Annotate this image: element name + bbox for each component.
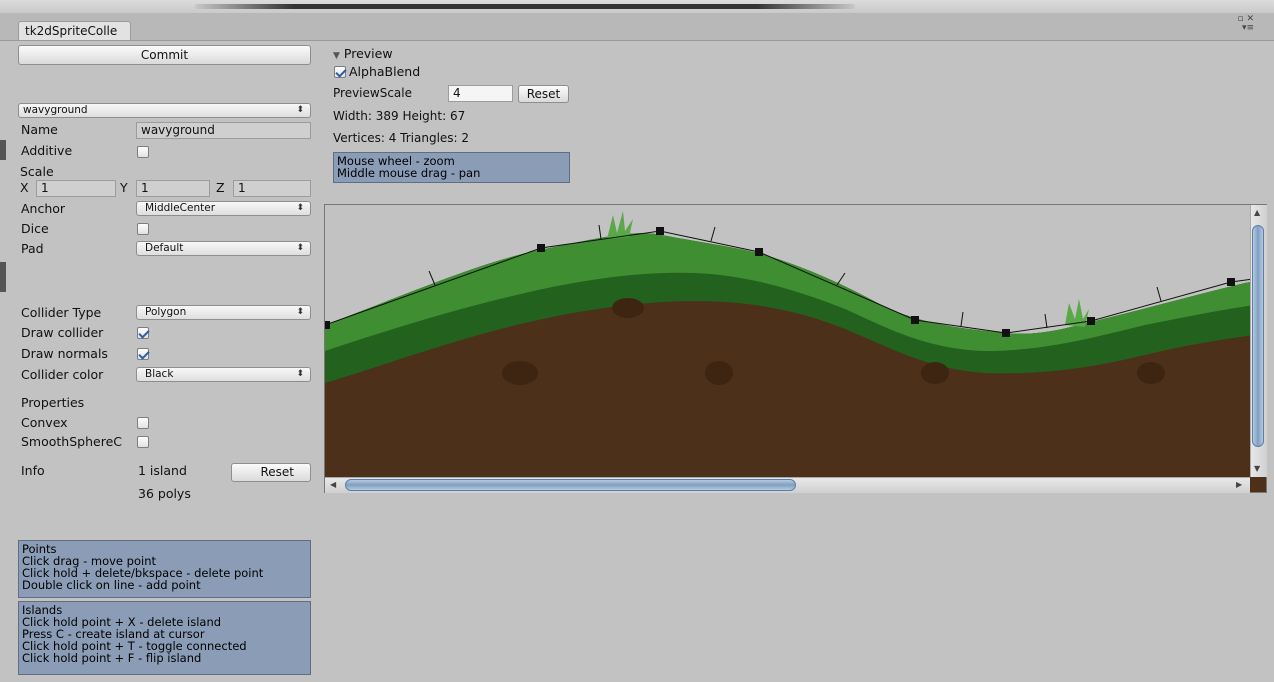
alphablend-label: AlphaBlend [349, 64, 421, 79]
collider-color-value: Black [145, 368, 174, 380]
scale-x-field[interactable]: 1 [36, 180, 116, 197]
draw-normals-label: Draw normals [21, 346, 108, 361]
name-field[interactable]: wavyground [136, 122, 311, 139]
window-menu-icons[interactable]: ▫ ✕ ▾≡ [1237, 15, 1254, 33]
vertex-count-text: Vertices: 4 Triangles: 2 [333, 131, 470, 145]
info-reset-button[interactable]: Reset [231, 463, 311, 482]
dropdown-arrow-icon: ⬍ [296, 307, 304, 317]
dropdown-arrow-icon: ⬍ [296, 243, 304, 253]
info-label: Info [21, 463, 45, 478]
top-bar-shadow [195, 4, 855, 9]
pad-select[interactable]: Default ⬍ [136, 241, 311, 256]
name-label: Name [21, 122, 58, 137]
sprite-size-text: Width: 389 Height: 67 [333, 109, 466, 123]
dropdown-arrow-icon: ⬍ [296, 203, 304, 213]
grass-tuft [607, 211, 633, 239]
horizontal-scroll-thumb[interactable] [345, 479, 796, 491]
additive-label: Additive [21, 143, 73, 158]
context-menu-icon[interactable]: ▾≡ [1237, 24, 1254, 33]
pad-select-value: Default [145, 242, 184, 254]
scroll-down-arrow-icon[interactable]: ▼ [1254, 464, 1260, 473]
left-edge-mark [0, 262, 6, 292]
preview-scale-field[interactable]: 4 [448, 85, 513, 102]
convex-checkbox[interactable] [137, 417, 149, 429]
tab-sprite-collection[interactable]: tk2dSpriteColle [18, 21, 131, 40]
draw-collider-checkbox[interactable] [137, 327, 149, 339]
dice-label: Dice [21, 221, 49, 236]
sprite-select-value: wavyground [23, 104, 88, 116]
help-line: Double click on line - add point [22, 578, 201, 592]
scale-z-label: Z [216, 180, 225, 195]
anchor-select-value: MiddleCenter [145, 202, 216, 214]
points-help-box: Points Click drag - move point Click hol… [18, 540, 311, 598]
info-polys: 36 polys [138, 486, 191, 501]
preview-foldout[interactable]: ▼ Preview [333, 46, 393, 61]
convex-label: Convex [21, 415, 68, 430]
scale-label: Scale [20, 164, 54, 179]
properties-label: Properties [21, 395, 85, 410]
anchor-label: Anchor [21, 201, 66, 216]
alphablend-checkbox[interactable] [334, 66, 346, 78]
sprite-preview-canvas[interactable] [325, 205, 1267, 493]
sprite-select[interactable]: wavyground ⬍ [18, 103, 311, 118]
additive-checkbox[interactable] [137, 146, 149, 158]
collider-color-label: Collider color [21, 367, 104, 382]
dirt-spot [1137, 362, 1165, 384]
anchor-select[interactable]: MiddleCenter ⬍ [136, 201, 311, 216]
scale-y-field[interactable]: 1 [136, 180, 210, 197]
preview-viewport[interactable] [324, 204, 1267, 493]
preview-scale-label: PreviewScale [333, 86, 412, 100]
scale-z-field[interactable]: 1 [233, 180, 311, 197]
dirt-spot [921, 362, 949, 384]
tab-strip [0, 13, 1274, 41]
left-edge-mark [0, 140, 6, 160]
pad-label: Pad [21, 241, 44, 256]
preview-reset-button[interactable]: Reset [518, 85, 569, 103]
info-islands: 1 island [138, 463, 187, 478]
dirt-spot [502, 361, 538, 385]
dirt-spot [705, 361, 733, 385]
commit-button[interactable]: Commit [18, 45, 311, 65]
vertical-scroll-thumb[interactable] [1252, 225, 1264, 447]
help-line: Click hold point + F - flip island [22, 651, 202, 665]
dirt-spot [612, 298, 644, 318]
scroll-left-arrow-icon[interactable]: ◀ [330, 480, 336, 489]
draw-collider-label: Draw collider [21, 325, 104, 340]
dice-checkbox[interactable] [137, 223, 149, 235]
dropdown-arrow-icon: ⬍ [296, 369, 304, 379]
foldout-triangle-icon: ▼ [333, 51, 340, 61]
smooth-sphere-checkbox[interactable] [137, 436, 149, 448]
preview-header: Preview [343, 46, 393, 61]
collider-type-select[interactable]: Polygon ⬍ [136, 305, 311, 320]
collider-color-select[interactable]: Black ⬍ [136, 367, 311, 382]
scroll-up-arrow-icon[interactable]: ▲ [1254, 208, 1260, 217]
preview-help-box: Mouse wheel - zoom Middle mouse drag - p… [333, 152, 570, 183]
scroll-right-arrow-icon[interactable]: ▶ [1236, 480, 1242, 489]
scale-x-label: X [20, 180, 29, 195]
scale-y-label: Y [120, 180, 128, 195]
collider-type-value: Polygon [145, 306, 187, 318]
help-line: Middle mouse drag - pan [337, 166, 481, 180]
collider-type-label: Collider Type [21, 305, 102, 320]
dropdown-arrow-icon: ⬍ [296, 105, 304, 115]
islands-help-box: Islands Click hold point + X - delete is… [18, 601, 311, 675]
smooth-sphere-label: SmoothSphereC [21, 434, 122, 449]
draw-normals-checkbox[interactable] [137, 348, 149, 360]
